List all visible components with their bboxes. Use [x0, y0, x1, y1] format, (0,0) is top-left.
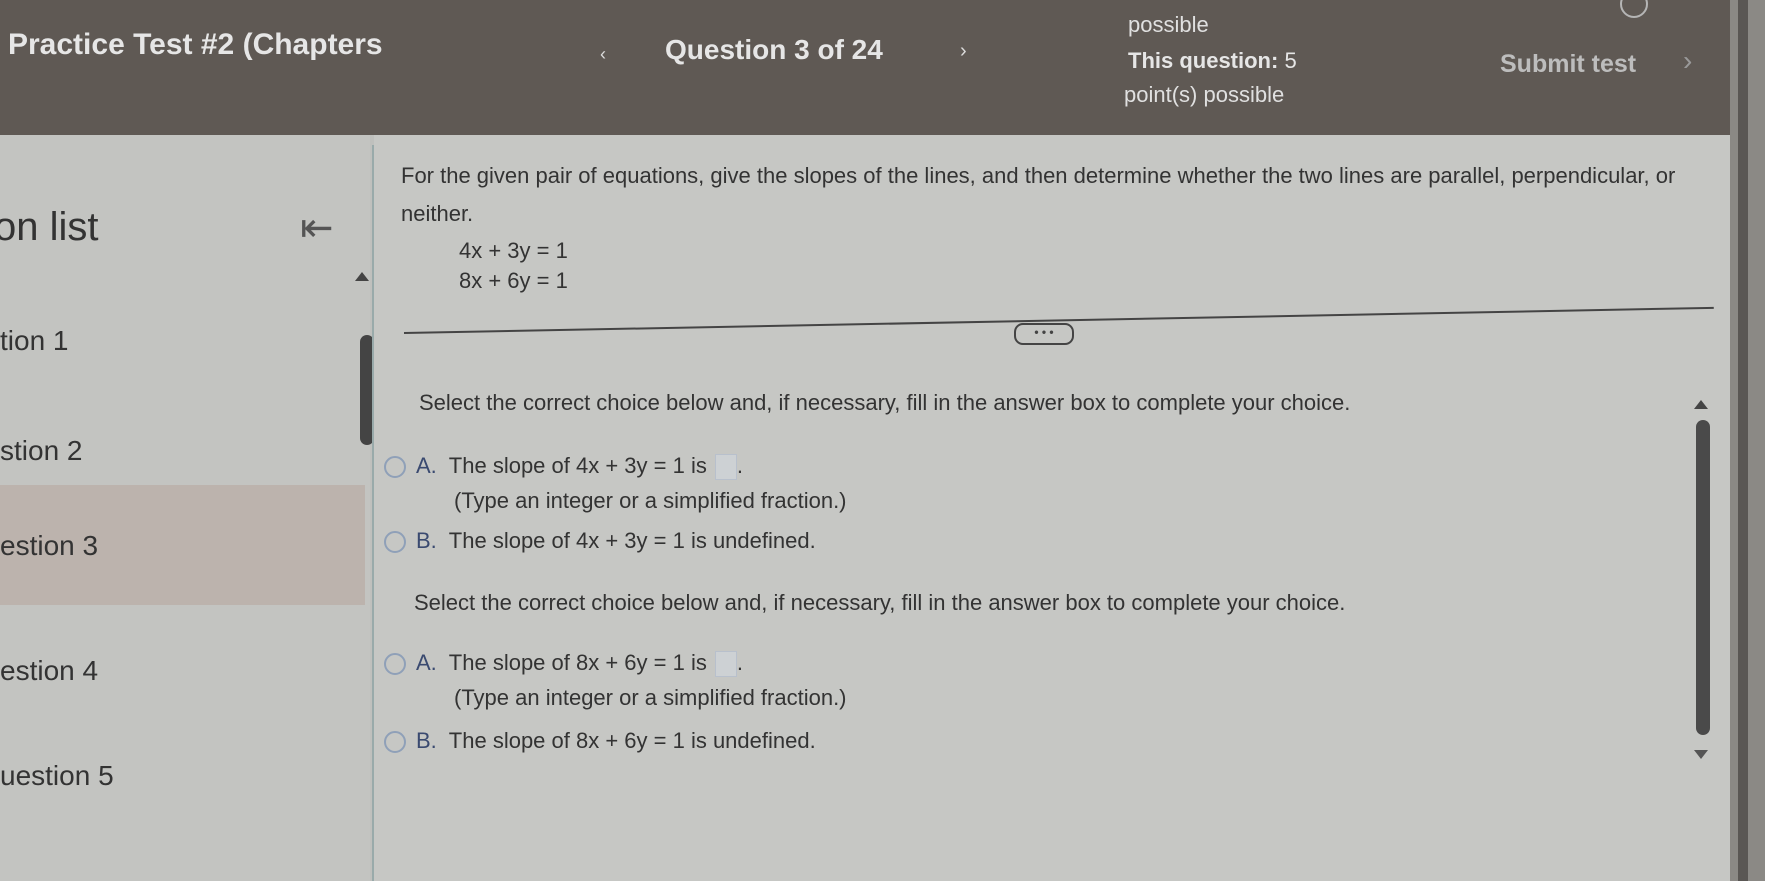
test-title: Practice Test #2 (Chapters [8, 28, 383, 61]
part2-prompt: Select the correct choice below and, if … [414, 590, 1346, 615]
bezel-bar [1738, 0, 1748, 881]
question-pane: For the given pair of equations, give th… [374, 135, 1730, 881]
points-value: 5 [1284, 48, 1297, 73]
sidebar-item-label: uestion 5 [0, 760, 114, 791]
chevron-right-icon[interactable]: › [960, 40, 967, 63]
choice-suffix: . [736, 453, 743, 478]
choice-suffix: . [736, 650, 743, 675]
part1-choice-b[interactable]: B. The slope of 4x + 3y = 1 is undefined. [384, 528, 816, 554]
radio-button[interactable] [384, 531, 406, 554]
part1-choice-a[interactable]: A. The slope of 4x + 3y = 1 is. [384, 453, 743, 481]
points-text-top: possible [1128, 12, 1209, 37]
sidebar-item-label: estion 4 [0, 655, 99, 686]
part1-prompt: Select the correct choice below and, if … [419, 390, 1351, 415]
settings-icon[interactable] [1620, 0, 1648, 18]
scroll-up-icon[interactable] [1694, 400, 1708, 409]
choice-text: The slope of 4x + 3y = 1 is [448, 453, 707, 478]
choice-text: The slope of 4x + 3y = 1 is undefined. [448, 528, 816, 553]
screen-bezel [1730, 0, 1765, 881]
sidebar-item-label: stion 2 [0, 435, 83, 466]
points-label: This question: 5 [1128, 48, 1297, 74]
collapse-sidebar-icon[interactable]: ⇤ [300, 205, 334, 251]
choice-letter: B. [416, 728, 437, 753]
question-instruction: For the given pair of equations, give th… [401, 163, 1676, 226]
top-header: Practice Test #2 (Chapters ‹ Question 3 … [0, 0, 1730, 135]
sidebar-item-label: estion 3 [0, 530, 99, 561]
sidebar-item-question-1[interactable]: tion 1 [0, 280, 365, 400]
choice-text: The slope of 8x + 6y = 1 is [448, 650, 707, 675]
part2-choice-b[interactable]: B. The slope of 8x + 6y = 1 is undefined. [384, 728, 816, 754]
radio-button[interactable] [384, 731, 406, 754]
equation-1: 4x + 3y = 1 [459, 238, 568, 263]
radio-button[interactable] [384, 653, 406, 676]
points-text-bottom: point(s) possible [1124, 82, 1285, 107]
radio-button[interactable] [384, 456, 406, 479]
answer-box[interactable] [714, 454, 737, 481]
part1-hint: (Type an integer or a simplified fractio… [454, 488, 847, 513]
question-list-sidebar: on list ⇤ tion 1 stion 2 estion 3 estion… [0, 135, 374, 881]
part2-choice-a[interactable]: A. The slope of 8x + 6y = 1 is. [384, 650, 743, 678]
sidebar-title: on list [0, 205, 99, 249]
answer-box[interactable] [714, 651, 737, 678]
question-indicator: Question 3 of 24 [665, 34, 883, 65]
choice-letter: B. [416, 528, 437, 553]
points-label-text: This question: [1128, 48, 1279, 73]
choice-letter: A. [416, 650, 437, 675]
scroll-up-icon[interactable] [355, 272, 369, 281]
chevron-left-icon[interactable]: ‹ [600, 44, 606, 65]
main-scrollbar[interactable] [1696, 420, 1710, 735]
sidebar-item-label: tion 1 [0, 325, 69, 356]
scroll-down-icon[interactable] [1694, 750, 1708, 759]
expand-more-button[interactable]: • • • [1014, 323, 1074, 345]
sidebar-item-question-4[interactable]: estion 4 [0, 610, 365, 730]
sidebar-item-question-3[interactable]: estion 3 [0, 485, 365, 605]
choice-text: The slope of 8x + 6y = 1 is undefined. [448, 728, 816, 753]
equation-2: 8x + 6y = 1 [459, 268, 568, 293]
chevron-right-icon: › [1683, 45, 1693, 76]
choice-letter: A. [416, 453, 437, 478]
part2-hint: (Type an integer or a simplified fractio… [454, 685, 847, 710]
submit-test-button[interactable]: Submit test [1500, 50, 1636, 79]
sidebar-item-question-5[interactable]: uestion 5 [0, 715, 365, 835]
